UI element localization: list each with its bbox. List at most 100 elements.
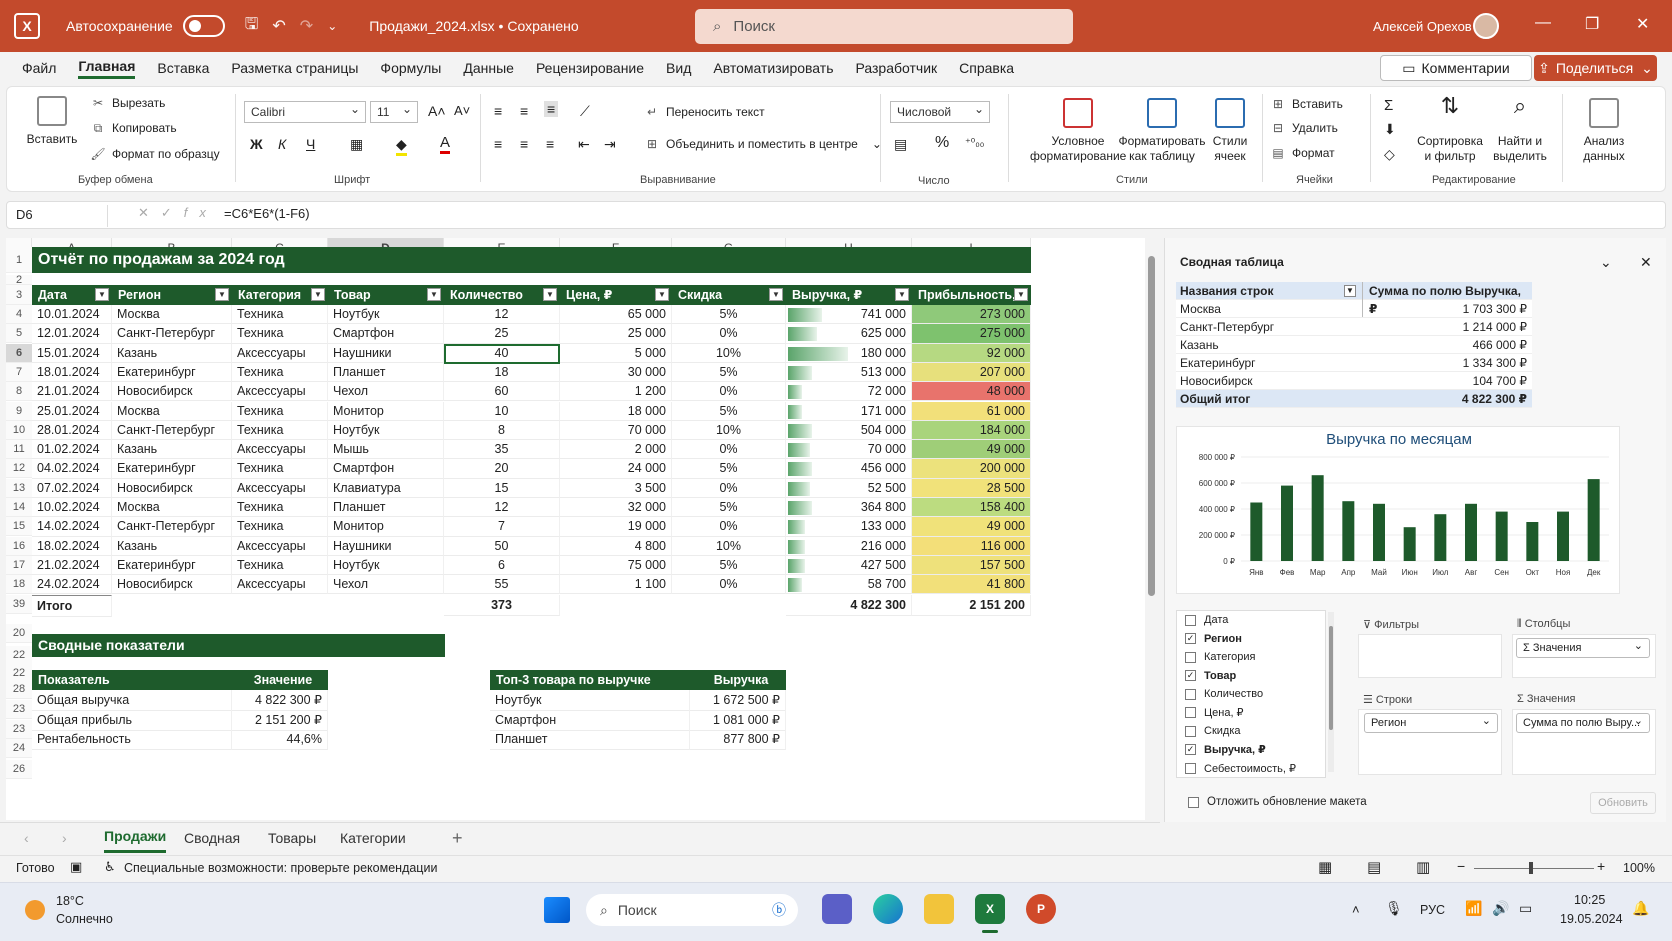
table-cell[interactable]: Планшет xyxy=(328,362,444,383)
filter-dropdown-icon[interactable]: ▼ xyxy=(1014,288,1028,301)
chart-bar[interactable] xyxy=(1281,485,1293,561)
table-cell[interactable]: 04.02.2024 xyxy=(32,459,112,479)
table-cell[interactable]: 0% xyxy=(672,382,786,402)
table-cell[interactable]: 157 500 xyxy=(912,555,1031,576)
font-family-select[interactable]: Calibri xyxy=(244,101,366,123)
pivot-row[interactable]: Казань 466 000 ₽ xyxy=(1176,336,1532,354)
table-cell[interactable]: 0% xyxy=(672,575,786,595)
table-cell[interactable]: 21.02.2024 xyxy=(32,555,112,576)
field-item[interactable]: Дата xyxy=(1177,611,1325,630)
page-layout-icon[interactable]: ▤ xyxy=(1367,858,1381,876)
undo-icon[interactable]: ↶ xyxy=(272,16,285,36)
delete-cells-button[interactable]: ⊟ Удалить xyxy=(1270,121,1338,135)
zoom-in-icon[interactable]: + xyxy=(1597,858,1605,874)
update-button[interactable]: Обновить xyxy=(1590,792,1656,814)
table-cell[interactable]: 07.02.2024 xyxy=(32,478,112,498)
paste-button[interactable]: Вставить xyxy=(22,96,82,147)
table-cell[interactable]: 10% xyxy=(672,536,786,556)
formula-input[interactable]: =C6*E6*(1-F6) xyxy=(224,206,310,221)
table-cell[interactable]: 216 000 xyxy=(786,536,912,556)
chart-bar[interactable] xyxy=(1403,527,1416,561)
document-title[interactable]: Продажи_2024.xlsx • Сохранено xyxy=(369,18,578,34)
avatar[interactable] xyxy=(1473,13,1499,39)
table-cell[interactable]: 25 000 xyxy=(560,324,672,344)
table-cell[interactable]: 21.01.2024 xyxy=(32,382,112,402)
table-cell[interactable]: Наушники xyxy=(328,343,444,363)
powerpoint-icon[interactable]: P xyxy=(1026,894,1056,924)
table-cell[interactable]: Казань xyxy=(112,440,232,460)
bold-button[interactable]: Ж xyxy=(250,136,263,152)
fill-color-icon[interactable]: ◆ xyxy=(396,136,407,156)
language-indicator[interactable]: РУС xyxy=(1420,903,1445,917)
table-cell[interactable]: 4 800 xyxy=(560,536,672,556)
field-checkbox[interactable] xyxy=(1185,762,1196,774)
fill-icon[interactable]: ⬇ xyxy=(1384,121,1396,138)
table-cell[interactable]: 50 xyxy=(444,536,560,556)
table-cell[interactable]: 5% xyxy=(672,305,786,325)
table-cell[interactable]: Наушники xyxy=(328,536,444,556)
table-cell[interactable]: 28 500 xyxy=(912,478,1031,498)
align-right-icon[interactable]: ≡ xyxy=(546,136,554,152)
align-middle-icon[interactable]: ≡ xyxy=(520,103,528,119)
table-cell[interactable]: 184 000 xyxy=(912,420,1031,441)
table-cell[interactable]: Смартфон xyxy=(328,459,444,479)
table-cell[interactable]: Санкт-Петербург xyxy=(112,420,232,441)
table-cell[interactable]: 427 500 xyxy=(786,555,912,576)
table-cell[interactable]: 48 000 xyxy=(912,382,1031,402)
decrease-indent-icon[interactable]: ⇤ xyxy=(578,136,590,153)
filter-dropdown-icon[interactable]: ▼ xyxy=(427,288,441,301)
table-cell[interactable]: 5% xyxy=(672,459,786,479)
font-color-icon[interactable]: A xyxy=(440,134,451,154)
chart-bar[interactable] xyxy=(1465,503,1477,561)
pivot-row[interactable]: Санкт-Петербург 1 214 000 ₽ xyxy=(1176,318,1532,336)
table-cell[interactable]: 504 000 xyxy=(786,420,912,441)
row-header[interactable]: 3 xyxy=(6,285,32,305)
table-cell[interactable]: 92 000 xyxy=(912,343,1031,363)
columns-values-chip[interactable]: Σ Значения xyxy=(1516,638,1650,658)
filter-dropdown-icon[interactable]: ▼ xyxy=(655,288,669,301)
field-item[interactable]: ✓ Выручка, ₽ xyxy=(1177,741,1325,760)
table-cell[interactable]: 158 400 xyxy=(912,498,1031,518)
table-cell[interactable]: Техника xyxy=(232,555,328,576)
table-cell[interactable]: 18 000 xyxy=(560,401,672,421)
zoom-level[interactable]: 100% xyxy=(1623,861,1655,875)
merge-center-button[interactable]: ⊞ Объединить и поместить в центре ⌄ xyxy=(644,137,882,151)
table-cell[interactable]: Планшет xyxy=(328,498,444,518)
table-cell[interactable]: Москва xyxy=(112,305,232,325)
cut-button[interactable]: ✂ Вырезать xyxy=(90,96,165,110)
table-cell[interactable]: 200 000 xyxy=(912,459,1031,479)
chart-bar[interactable] xyxy=(1587,479,1600,561)
find-select-button[interactable]: ⌕ Найти и выделить xyxy=(1488,95,1552,164)
table-cell[interactable]: Техника xyxy=(232,305,328,325)
row-header[interactable]: 28 xyxy=(6,680,32,699)
field-item[interactable]: Скидка xyxy=(1177,722,1325,741)
increase-font-icon[interactable]: A˄ xyxy=(428,103,446,119)
values-sum-chip[interactable]: Сумма по полю Выру... xyxy=(1516,713,1650,733)
wrap-text-button[interactable]: ↵ Переносить текст xyxy=(644,105,765,119)
table-cell[interactable]: 49 000 xyxy=(912,517,1031,537)
table-cell[interactable]: Техника xyxy=(232,517,328,537)
menu-item-8[interactable]: Автоматизировать xyxy=(713,60,833,76)
field-item[interactable]: Категория xyxy=(1177,648,1325,667)
comments-button[interactable]: ▭ Комментарии xyxy=(1380,55,1532,81)
table-cell[interactable]: Аксессуары xyxy=(232,478,328,498)
clock-time[interactable]: 10:25 xyxy=(1574,893,1605,907)
table-cell[interactable]: Чехол xyxy=(328,382,444,402)
table-cell[interactable]: Екатеринбург xyxy=(112,459,232,479)
table-cell[interactable]: 10 xyxy=(444,401,560,421)
page-break-icon[interactable]: ▥ xyxy=(1416,858,1430,876)
battery-icon[interactable]: ▭ xyxy=(1519,900,1532,917)
analyze-data-button[interactable]: Анализ данных xyxy=(1574,98,1634,164)
table-cell[interactable]: Техника xyxy=(232,420,328,441)
copy-button[interactable]: ⧉ Копировать xyxy=(90,121,177,135)
table-cell[interactable]: 625 000 xyxy=(786,324,912,344)
table-cell[interactable]: 25 xyxy=(444,324,560,344)
table-cell[interactable]: 5% xyxy=(672,401,786,421)
table-cell[interactable]: 5% xyxy=(672,498,786,518)
show-hidden-icons-icon[interactable]: ˄ xyxy=(1352,902,1360,917)
align-left-icon[interactable]: ≡ xyxy=(494,136,502,152)
restore-icon[interactable]: ❐ xyxy=(1585,14,1599,34)
table-cell[interactable]: 5% xyxy=(672,555,786,576)
menu-item-9[interactable]: Разработчик xyxy=(856,60,938,76)
underline-button[interactable]: Ч xyxy=(306,136,315,152)
